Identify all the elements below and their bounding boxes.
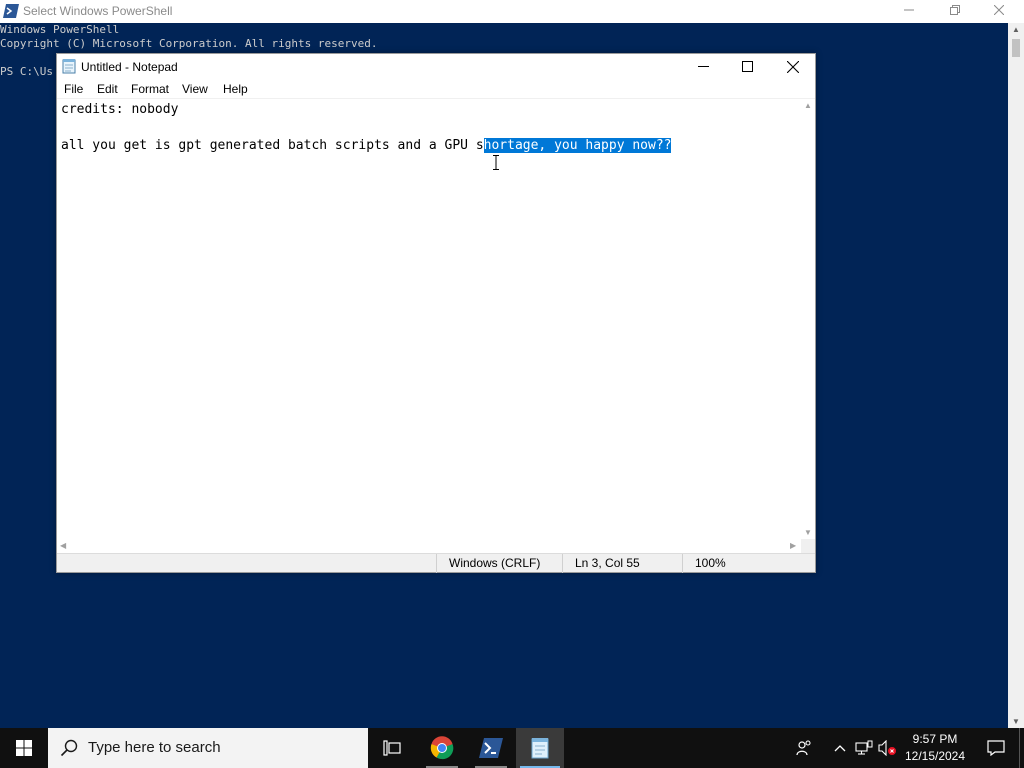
- network-icon: [855, 740, 873, 755]
- clock-date: 12/15/2024: [904, 749, 966, 763]
- np-maximize-button[interactable]: [725, 54, 770, 79]
- text-selection: hortage, you happy now??: [483, 138, 672, 153]
- action-center-button[interactable]: [976, 728, 1016, 768]
- show-hidden-icons-button[interactable]: [830, 738, 850, 758]
- search-icon: [60, 739, 78, 757]
- taskbar-search-box[interactable]: Type here to search: [48, 728, 368, 768]
- minimize-icon: [904, 9, 914, 11]
- text-cursor-icon: [493, 155, 499, 170]
- notepad-horizontal-scrollbar[interactable]: ◀ ▶: [57, 539, 801, 553]
- network-button[interactable]: [854, 738, 874, 758]
- text-line-1: credits: nobody: [61, 102, 179, 117]
- text-line-3: all you get is gpt generated batch scrip…: [61, 137, 672, 155]
- menu-format[interactable]: Format: [131, 82, 169, 96]
- volume-button[interactable]: [877, 738, 897, 758]
- maximize-icon: [742, 61, 753, 72]
- notepad-icon: [62, 59, 76, 74]
- chevron-up-icon: [834, 745, 846, 752]
- scrollbar-thumb[interactable]: [1012, 39, 1020, 57]
- powershell-scrollbar[interactable]: ▲ ▼: [1008, 23, 1024, 728]
- powershell-icon: [479, 738, 503, 758]
- status-zoom: 100%: [682, 554, 815, 573]
- notepad-taskbar-button[interactable]: [516, 728, 564, 768]
- scrollbar-corner: [801, 539, 815, 553]
- notepad-vertical-scrollbar[interactable]: ▲ ▼: [801, 99, 815, 539]
- console-prompt: PS C:\Us: [0, 65, 53, 78]
- volume-muted-icon: [878, 740, 896, 756]
- ps-restore-button[interactable]: [932, 0, 978, 23]
- menu-edit[interactable]: Edit: [97, 82, 118, 96]
- status-cursor-position: Ln 3, Col 55: [562, 554, 682, 573]
- chrome-icon: [430, 736, 454, 760]
- notification-icon: [987, 740, 1005, 756]
- menu-file[interactable]: File: [64, 82, 83, 96]
- notepad-window-title: Untitled - Notepad: [81, 60, 178, 74]
- show-desktop-button[interactable]: [1019, 728, 1024, 768]
- scroll-right-arrow-icon[interactable]: ▶: [790, 539, 796, 553]
- start-button[interactable]: [0, 728, 48, 768]
- ps-close-button[interactable]: [976, 0, 1022, 23]
- text-unselected: all you get is gpt generated batch scrip…: [61, 138, 484, 153]
- search-placeholder: Type here to search: [88, 739, 221, 756]
- powershell-icon: [3, 4, 19, 18]
- task-view-button[interactable]: [368, 728, 416, 768]
- console-line: Copyright (C) Microsoft Corporation. All…: [0, 37, 378, 50]
- status-line-ending: Windows (CRLF): [436, 554, 562, 573]
- notepad-statusbar: Windows (CRLF) Ln 3, Col 55 100%: [57, 553, 815, 573]
- close-icon: [786, 60, 799, 73]
- taskbar: Type here to search 9:57 PM 12/15/2024: [0, 728, 1024, 768]
- notepad-titlebar[interactable]: Untitled - Notepad: [57, 54, 815, 79]
- powershell-taskbar-button[interactable]: [467, 728, 515, 768]
- notepad-menubar: File Edit Format View Help: [57, 79, 815, 99]
- notepad-text-area[interactable]: credits: nobody all you get is gpt gener…: [57, 99, 801, 539]
- menu-view[interactable]: View: [182, 82, 208, 96]
- notepad-icon: [531, 738, 549, 759]
- scroll-up-arrow-icon[interactable]: ▲: [801, 101, 815, 110]
- people-icon: [796, 740, 811, 756]
- menu-help[interactable]: Help: [223, 82, 248, 96]
- chrome-taskbar-button[interactable]: [418, 728, 466, 768]
- restore-icon: [950, 5, 960, 15]
- scroll-down-arrow-icon[interactable]: ▼: [1008, 717, 1024, 726]
- close-icon: [993, 4, 1005, 16]
- np-minimize-button[interactable]: [681, 54, 726, 79]
- scroll-down-arrow-icon[interactable]: ▼: [801, 528, 815, 537]
- taskbar-clock[interactable]: 9:57 PM 12/15/2024: [900, 731, 970, 765]
- powershell-titlebar[interactable]: Select Windows PowerShell: [0, 0, 1024, 23]
- scroll-left-arrow-icon[interactable]: ◀: [60, 539, 66, 553]
- powershell-window-title: Select Windows PowerShell: [23, 4, 173, 18]
- windows-logo-icon: [16, 740, 32, 756]
- people-button[interactable]: [794, 738, 814, 758]
- clock-time: 9:57 PM: [912, 732, 958, 746]
- ps-minimize-button[interactable]: [886, 0, 932, 23]
- task-view-icon: [383, 740, 401, 756]
- np-close-button[interactable]: [770, 54, 815, 79]
- console-line: Windows PowerShell: [0, 23, 120, 36]
- scroll-up-arrow-icon[interactable]: ▲: [1008, 25, 1024, 34]
- notepad-window[interactable]: Untitled - Notepad File Edit Format View…: [56, 53, 816, 573]
- minimize-icon: [698, 66, 709, 67]
